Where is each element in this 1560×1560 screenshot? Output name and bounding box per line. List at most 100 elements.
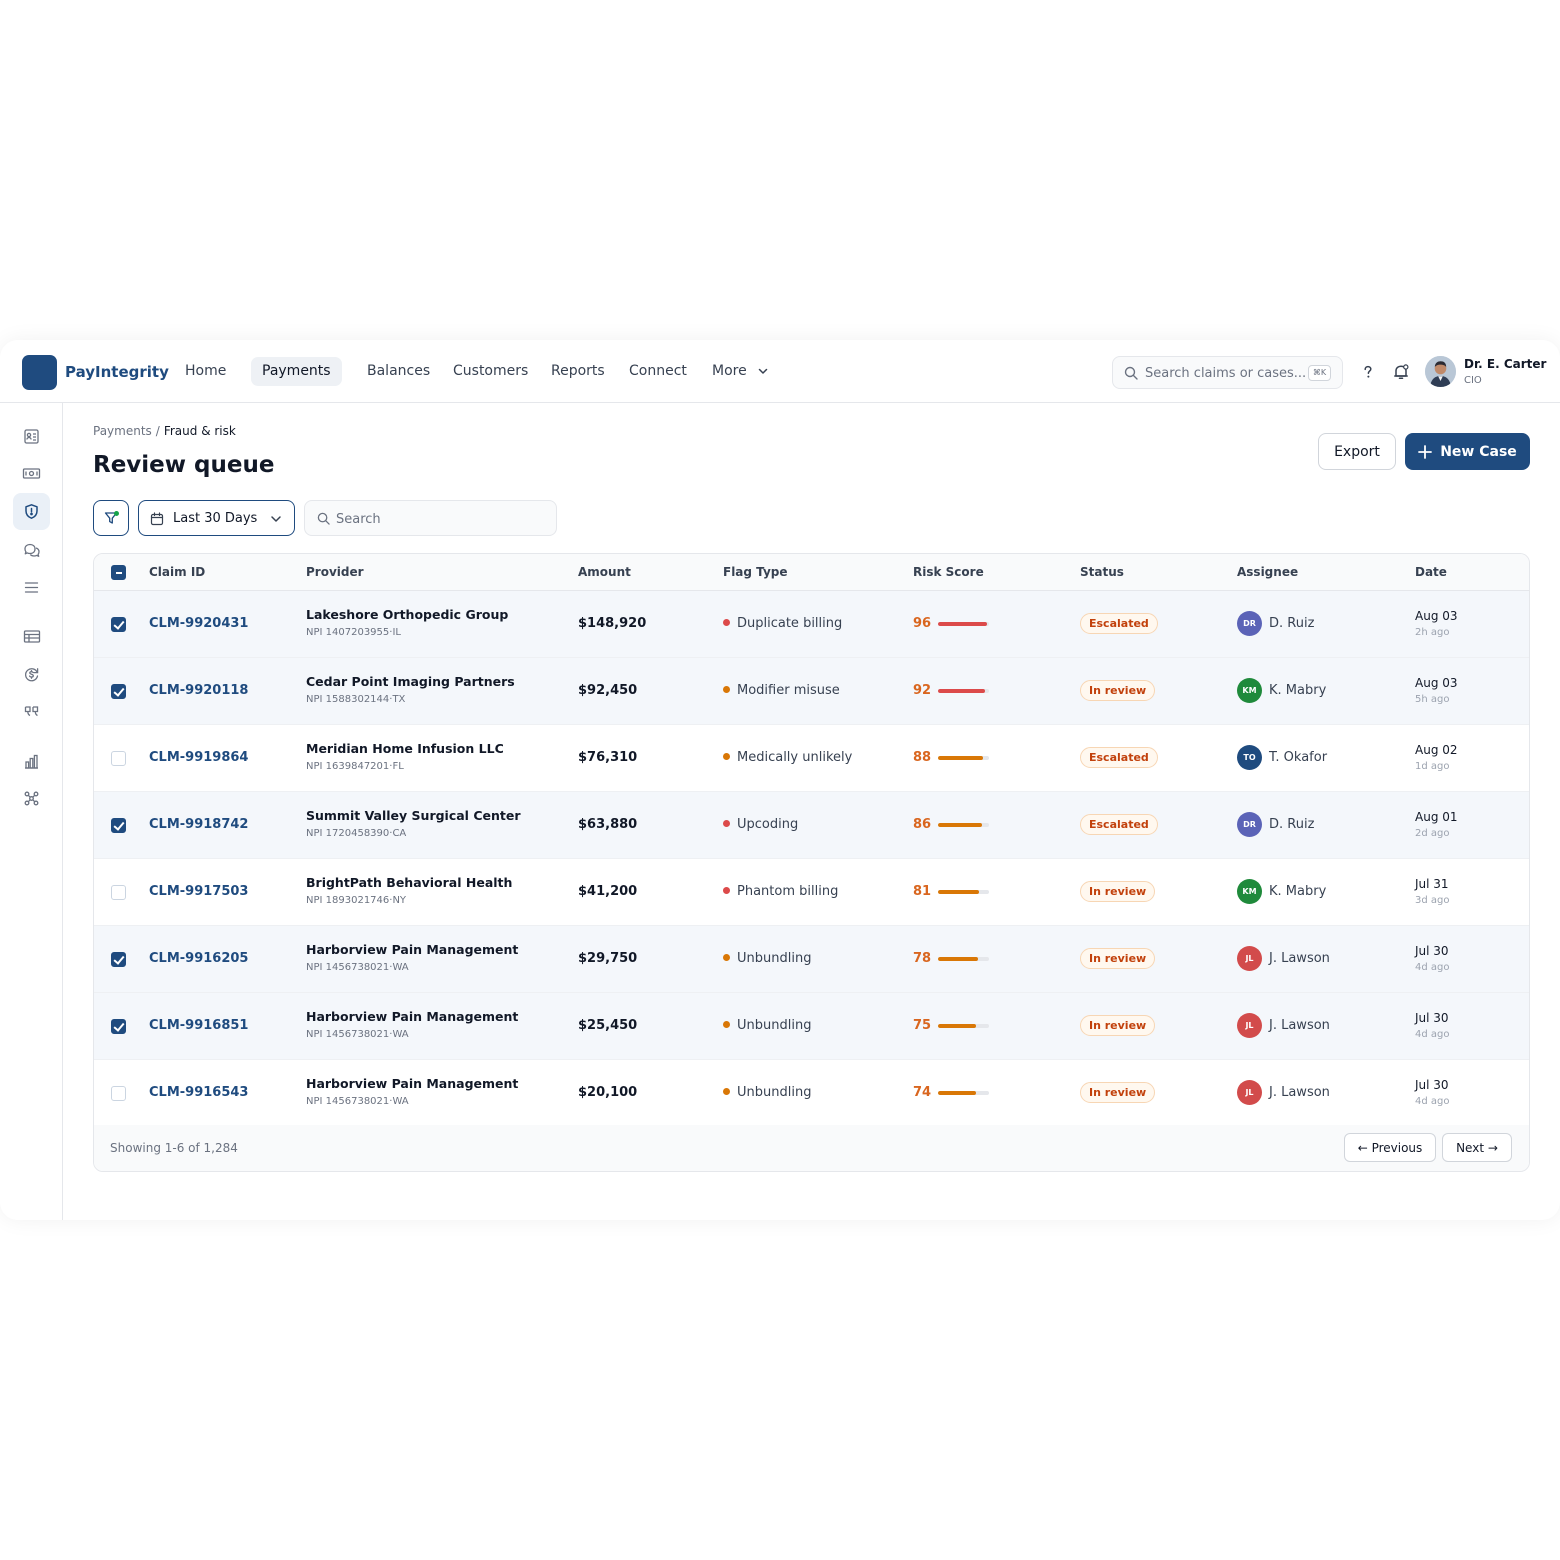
claim-id-link[interactable]: CLM-9916205 [149, 951, 248, 966]
row-checkbox[interactable] [111, 885, 126, 900]
claim-date: Jul 30 [1415, 1011, 1449, 1025]
row-checkbox[interactable] [111, 684, 126, 699]
breadcrumb-parent[interactable]: Payments [93, 424, 152, 438]
claim-relative-time: 4d ago [1415, 962, 1450, 973]
claim-id-link[interactable]: CLM-9917503 [149, 884, 248, 899]
row-checkbox[interactable] [111, 617, 126, 632]
table-row[interactable]: CLM-9920431 Lakeshore Orthopedic Group NPI… [94, 591, 1529, 658]
previous-page-button[interactable]: ← Previous [1344, 1133, 1436, 1162]
global-search[interactable]: ⌘K [1112, 356, 1343, 389]
flag-type-label: Unbundling [737, 1085, 812, 1100]
assignee-avatar: DR [1237, 812, 1262, 837]
table-footer: Showing 1-6 of 1,284 ← Previous Next → [94, 1125, 1529, 1171]
list-icon[interactable] [13, 569, 50, 606]
risk-score-bar [938, 1024, 989, 1028]
cash-icon[interactable] [13, 455, 50, 492]
table-row[interactable]: CLM-9917503 BrightPath Behavioral Health N… [94, 859, 1529, 926]
row-checkbox[interactable] [111, 1019, 126, 1034]
assignee-name: D. Ruiz [1269, 817, 1315, 832]
provider-npi: NPI 1456738021·WA [306, 962, 409, 973]
top-bar: PayIntegrity Home Payments Balances Cust… [0, 340, 1560, 403]
column-header-risk-score[interactable]: Risk Score [913, 565, 984, 579]
id-card-icon[interactable] [13, 418, 50, 455]
table-row[interactable]: CLM-9919864 Meridian Home Infusion LLC NPI… [94, 725, 1529, 792]
claim-id-link[interactable]: CLM-9920431 [149, 616, 248, 631]
nav-payments[interactable]: Payments [251, 357, 342, 386]
column-header-assignee[interactable]: Assignee [1237, 565, 1298, 579]
bar-chart-icon[interactable] [13, 743, 50, 780]
network-icon[interactable] [13, 780, 50, 817]
claim-amount: $63,880 [578, 817, 638, 832]
assignee-name: K. Mabry [1269, 884, 1327, 899]
provider-npi: NPI 1456738021·WA [306, 1096, 409, 1107]
ledger-icon[interactable] [13, 618, 50, 655]
select-all-checkbox[interactable] [111, 565, 126, 580]
assignee-name: J. Lawson [1269, 1018, 1330, 1033]
claim-amount: $25,450 [578, 1018, 638, 1033]
date-range-select[interactable]: Last 30 Days [138, 500, 295, 536]
export-button[interactable]: Export [1318, 433, 1396, 470]
table-row[interactable]: CLM-9916851 Harborview Pain Management NPI… [94, 993, 1529, 1060]
plus-icon [1418, 444, 1433, 459]
risk-score-fill [938, 1024, 977, 1028]
claim-relative-time: 4d ago [1415, 1096, 1450, 1107]
row-checkbox[interactable] [111, 1086, 126, 1101]
sidebar [0, 403, 63, 1220]
user-avatar[interactable] [1425, 356, 1456, 387]
claim-date: Aug 01 [1415, 810, 1458, 824]
nav-connect[interactable]: Connect [618, 357, 698, 386]
new-case-button[interactable]: New Case [1405, 433, 1530, 470]
column-header-status[interactable]: Status [1080, 565, 1124, 579]
row-checkbox[interactable] [111, 751, 126, 766]
flag-dot [723, 619, 730, 626]
shield-alert-icon[interactable] [13, 493, 50, 530]
refresh-dollar-icon[interactable] [13, 656, 50, 693]
provider-name: Harborview Pain Management [306, 942, 519, 957]
bell-icon[interactable] [1389, 360, 1413, 384]
row-checkbox[interactable] [111, 952, 126, 967]
risk-score-fill [938, 622, 987, 626]
claim-date: Aug 03 [1415, 676, 1458, 690]
column-header-provider[interactable]: Provider [306, 565, 364, 579]
claim-id-link[interactable]: CLM-9916543 [149, 1085, 248, 1100]
nav-customers[interactable]: Customers [442, 357, 539, 386]
logo-icon[interactable] [22, 355, 57, 390]
claim-id-link[interactable]: CLM-9916851 [149, 1018, 248, 1033]
risk-score-fill [938, 890, 980, 894]
table-row[interactable]: CLM-9918742 Summit Valley Surgical Center… [94, 792, 1529, 859]
column-header-flag-type[interactable]: Flag Type [723, 565, 788, 579]
table-header: Claim ID Provider Amount Flag Type Risk … [94, 554, 1529, 591]
nav-balances[interactable]: Balances [356, 357, 441, 386]
flag-type: Duplicate billing [723, 616, 842, 631]
assignee-avatar: KM [1237, 879, 1262, 904]
table-search[interactable] [304, 500, 557, 536]
global-search-input[interactable] [1145, 363, 1305, 383]
column-header-claim-id[interactable]: Claim ID [149, 565, 205, 579]
page-title: Review queue [93, 452, 275, 478]
claim-amount: $92,450 [578, 683, 638, 698]
row-checkbox[interactable] [111, 818, 126, 833]
status-badge: In review [1080, 1082, 1156, 1103]
risk-score-value: 78 [913, 951, 932, 966]
table-search-input[interactable] [336, 509, 536, 529]
table-row[interactable]: CLM-9916543 Harborview Pain Management NPI… [94, 1060, 1529, 1127]
nav-more[interactable]: More [701, 357, 780, 386]
claim-id-link[interactable]: CLM-9918742 [149, 817, 248, 832]
table-row[interactable]: CLM-9920118 Cedar Point Imaging Partners N… [94, 658, 1529, 725]
claim-id-link[interactable]: CLM-9919864 [149, 750, 248, 765]
quote-icon[interactable] [13, 693, 50, 730]
column-header-date[interactable]: Date [1415, 565, 1447, 579]
claim-id-link[interactable]: CLM-9920118 [149, 683, 248, 698]
nav-reports[interactable]: Reports [540, 357, 616, 386]
table-row[interactable]: CLM-9916205 Harborview Pain Management NPI… [94, 926, 1529, 993]
chat-icon[interactable] [13, 532, 50, 569]
nav-home[interactable]: Home [174, 357, 237, 386]
column-header-amount[interactable]: Amount [578, 565, 631, 579]
provider-name: Harborview Pain Management [306, 1076, 519, 1091]
search-icon [317, 512, 330, 525]
help-icon[interactable] [1356, 360, 1380, 384]
next-page-button[interactable]: Next → [1442, 1133, 1512, 1162]
provider-name: Cedar Point Imaging Partners [306, 674, 515, 689]
brand-name[interactable]: PayIntegrity [65, 363, 169, 381]
filter-button[interactable] [93, 500, 129, 536]
